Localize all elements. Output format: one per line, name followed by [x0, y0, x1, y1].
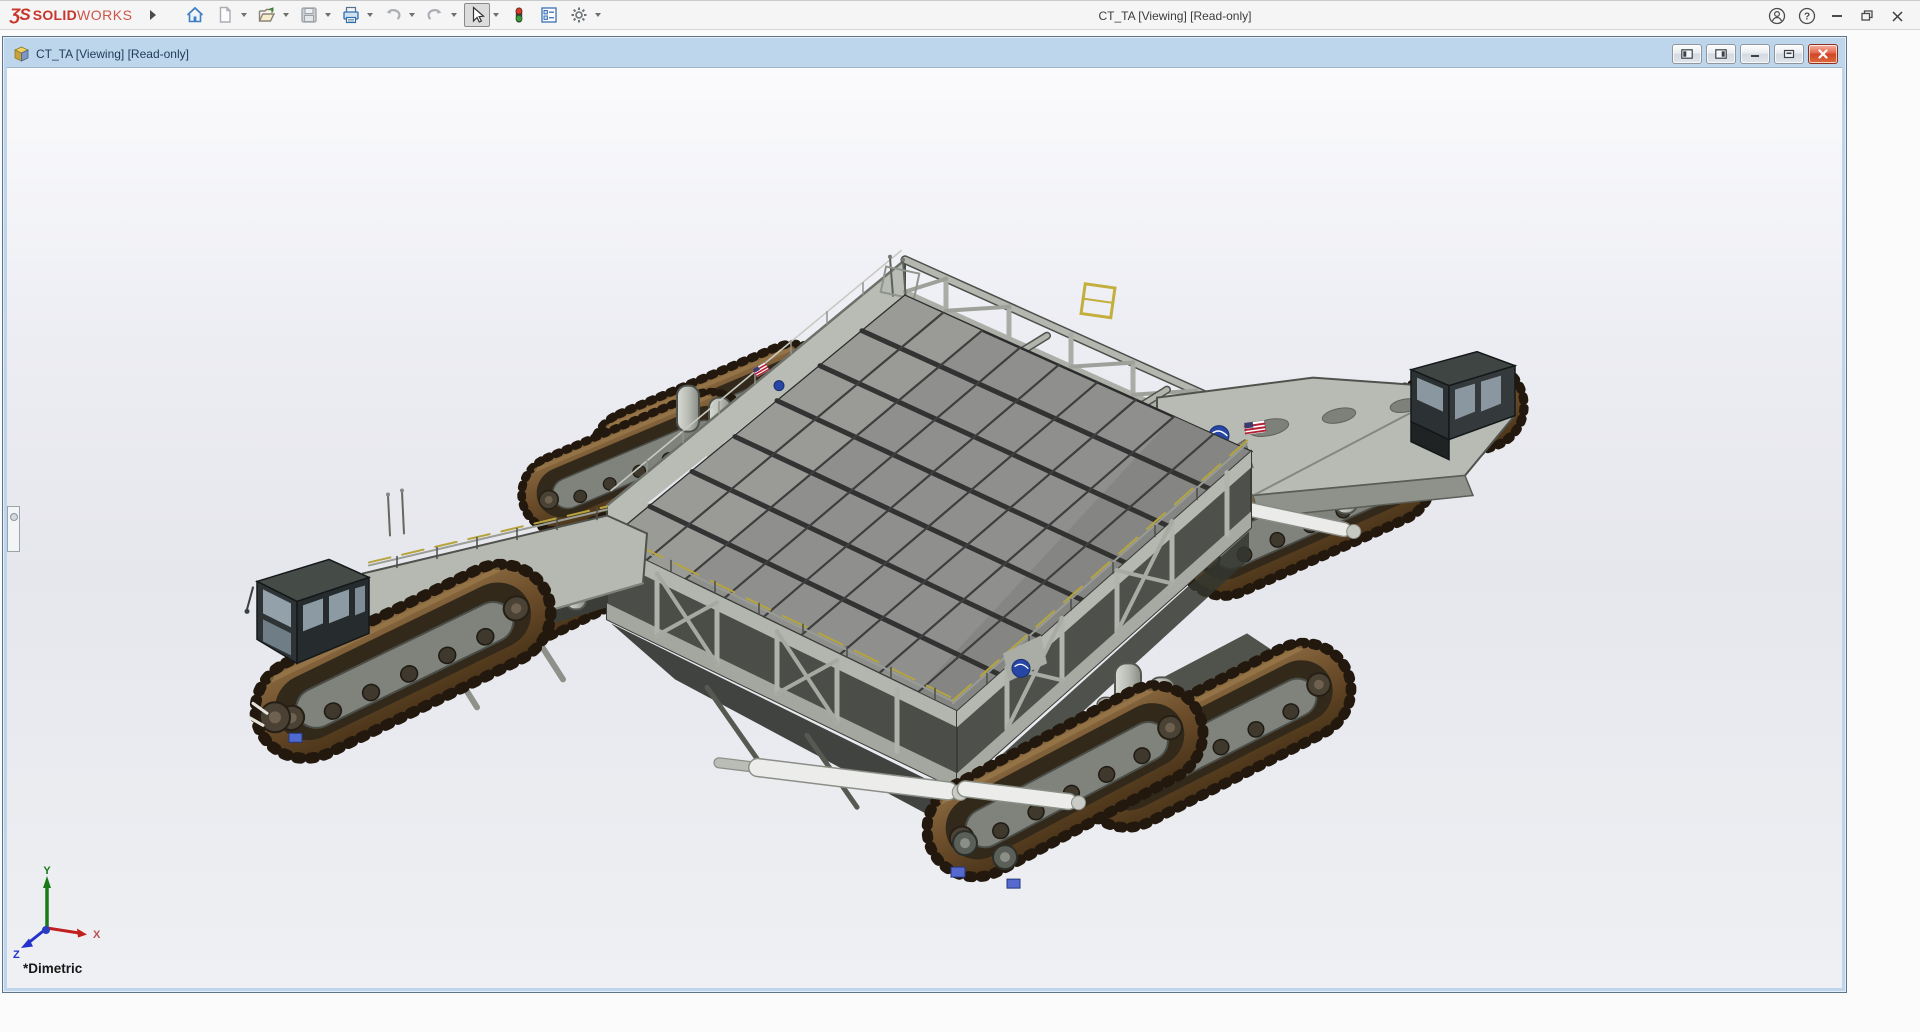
- axis-y-label: Y: [43, 866, 51, 877]
- redo-caret[interactable]: [448, 3, 460, 27]
- open-button[interactable]: [254, 3, 280, 27]
- doc-restore-button[interactable]: [1774, 44, 1804, 64]
- print-button[interactable]: [338, 3, 364, 27]
- home-icon: [185, 5, 205, 25]
- home-button[interactable]: [182, 3, 208, 27]
- close-icon: [1890, 9, 1905, 24]
- document-window: CT_TA [Viewing] [Read-only] Y X Z *Dimet…: [2, 36, 1847, 993]
- select-tool-caret[interactable]: [490, 3, 502, 27]
- axis-x-label: X: [93, 929, 101, 941]
- undo-button[interactable]: [380, 3, 406, 27]
- options-caret[interactable]: [592, 3, 604, 27]
- new-document-icon: [215, 5, 235, 25]
- doc-close-button[interactable]: [1808, 44, 1838, 64]
- doc-minimize-button[interactable]: [1740, 44, 1770, 64]
- undo-caret[interactable]: [406, 3, 418, 27]
- document-titlebar[interactable]: CT_TA [Viewing] [Read-only]: [7, 41, 1842, 67]
- open-folder-icon: [257, 5, 277, 25]
- expand-panel-knob-icon[interactable]: [9, 513, 18, 521]
- pane-left-icon: [1681, 49, 1693, 59]
- list-icon: [539, 5, 559, 25]
- select-tool-button[interactable]: [464, 3, 491, 27]
- account-button[interactable]: [1762, 2, 1792, 30]
- pane-right-icon: [1715, 49, 1727, 59]
- undo-arrow-icon: [383, 5, 403, 25]
- help-button[interactable]: ?: [1792, 2, 1822, 30]
- app-titlebar: ƷS SOLID WORKS CT_TA [Viewing] [Read-onl…: [0, 0, 1920, 30]
- app-window-controls: ?: [1762, 1, 1912, 31]
- doc-close-icon: [1817, 49, 1829, 59]
- graphics-viewport[interactable]: Y X Z *Dimetric: [7, 67, 1842, 988]
- us-flag-decal: [1243, 420, 1267, 436]
- redo-arrow-icon: [425, 5, 445, 25]
- restore-icon: [1859, 8, 1875, 24]
- svg-text:?: ?: [1804, 12, 1810, 23]
- account-icon: [1768, 7, 1786, 25]
- app-title: CT_TA [Viewing] [Read-only]: [1098, 9, 1252, 23]
- close-button[interactable]: [1882, 2, 1912, 30]
- traffic-light-icon: [509, 5, 529, 25]
- redo-button[interactable]: [422, 3, 448, 27]
- new-document-button[interactable]: [212, 3, 238, 27]
- reference-triad: Y X Z: [13, 866, 101, 961]
- axis-z-label: Z: [13, 949, 20, 961]
- document-title: CT_TA [Viewing] [Read-only]: [36, 47, 189, 61]
- save-caret[interactable]: [322, 3, 334, 27]
- help-icon: ?: [1798, 7, 1816, 25]
- evaluate-list-button[interactable]: [536, 3, 562, 27]
- doc-minimize-icon: [1750, 50, 1760, 58]
- document-window-controls: [1672, 44, 1838, 64]
- ds-mark: ƷS: [10, 5, 31, 24]
- brand-solid: SOLID: [32, 7, 78, 23]
- print-icon: [341, 5, 361, 25]
- print-caret[interactable]: [364, 3, 376, 27]
- quick-access-toolbar: [182, 3, 608, 27]
- cab-antennas: [387, 490, 405, 537]
- pane-left-button[interactable]: [1672, 44, 1702, 64]
- doc-restore-icon: [1783, 49, 1795, 59]
- menu-flyout-arrow-icon[interactable]: [146, 6, 160, 24]
- pane-right-button[interactable]: [1706, 44, 1736, 64]
- restore-button[interactable]: [1852, 2, 1882, 30]
- brand-works: WORKS: [77, 7, 133, 23]
- save-floppy-icon: [299, 5, 319, 25]
- save-button[interactable]: [296, 3, 322, 27]
- gear-icon: [569, 5, 589, 25]
- options-button[interactable]: [566, 3, 592, 27]
- minimize-icon: [1832, 15, 1842, 17]
- featuremanager-collapsed-tab[interactable]: [7, 506, 20, 552]
- yellow-ladder-frame: [1079, 282, 1117, 320]
- new-document-caret[interactable]: [238, 3, 250, 27]
- minimize-button[interactable]: [1822, 2, 1852, 30]
- assembly-document-icon: [13, 46, 30, 62]
- crawler-model: [238, 250, 1536, 895]
- traffic-light-button[interactable]: [506, 3, 532, 27]
- nasa-meatball-decal: [773, 380, 785, 392]
- view-orientation-label: *Dimetric: [23, 961, 83, 976]
- solidworks-logo: ƷS SOLID WORKS: [10, 5, 132, 25]
- open-caret[interactable]: [280, 3, 292, 27]
- viewport-canvas[interactable]: [7, 68, 1842, 988]
- select-cursor-icon: [467, 5, 487, 25]
